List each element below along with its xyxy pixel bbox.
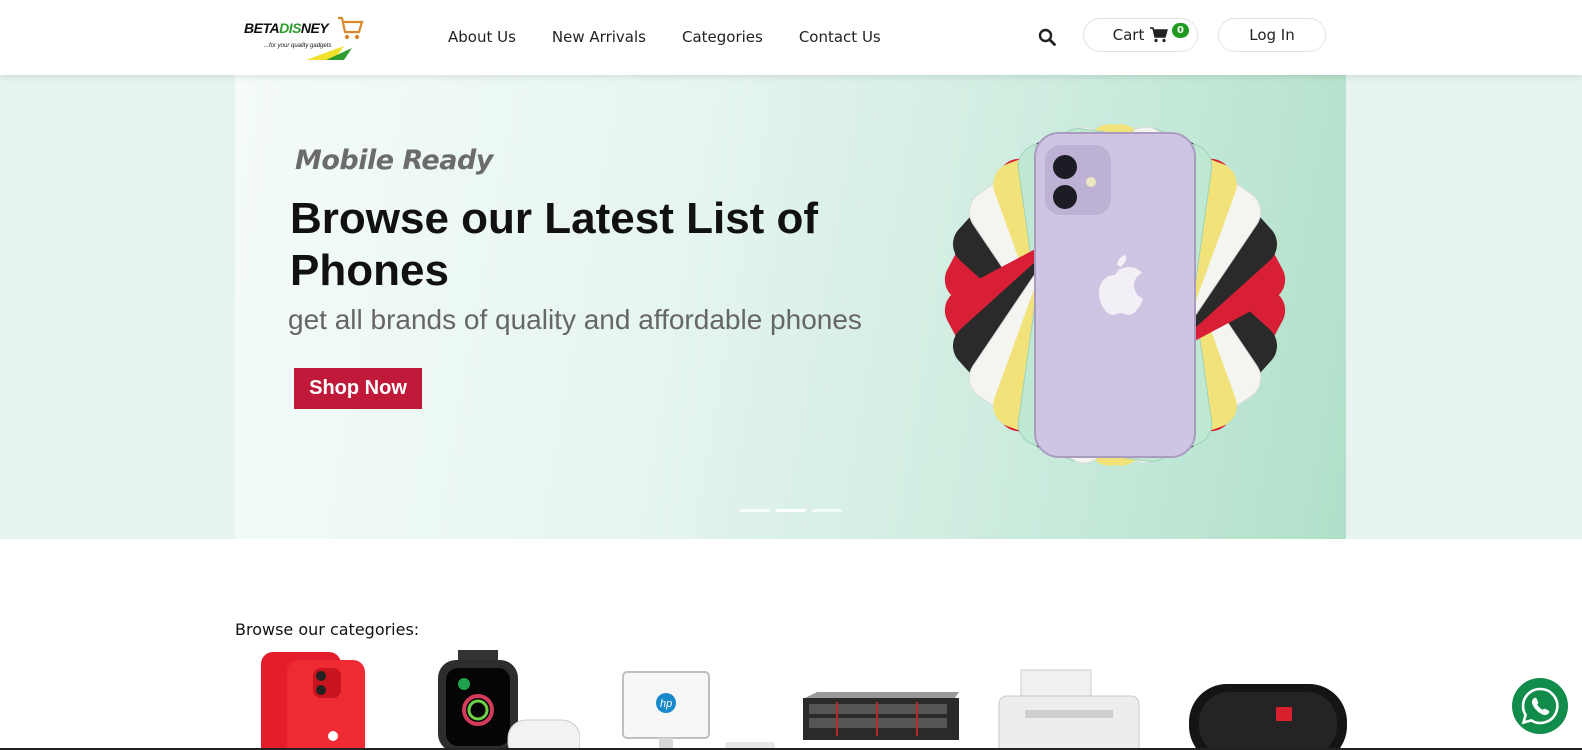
logo-wordmark: BETADISNEY: [244, 20, 329, 36]
categories-row: hp: [235, 650, 1347, 750]
smartphone-image[interactable]: [257, 650, 375, 750]
cart-label: Cart: [1112, 26, 1145, 44]
carousel-dot-active[interactable]: [776, 509, 806, 512]
cart-count-badge: 0: [1172, 23, 1189, 38]
site-logo[interactable]: BETADISNEY ...for your quality gadgets: [244, 14, 366, 62]
logo-cart-icon: [338, 16, 364, 40]
nav-categories[interactable]: Categories: [682, 28, 763, 46]
logo-swoosh-icon: [306, 46, 352, 60]
phones-fan-image: [944, 124, 1286, 466]
whatsapp-chat-button[interactable]: [1512, 678, 1568, 734]
smartwatch-image[interactable]: [430, 650, 580, 750]
carousel-indicators: [740, 509, 842, 512]
server-image[interactable]: [797, 650, 965, 750]
hero-kicker: Mobile Ready: [295, 145, 493, 176]
login-button[interactable]: Log In: [1218, 18, 1326, 52]
nav-contact-us[interactable]: Contact Us: [799, 28, 881, 46]
hero-subtitle: get all brands of quality and affordable…: [288, 304, 862, 335]
nav-about-us[interactable]: About Us: [448, 28, 516, 46]
main-nav: About Us New Arrivals Categories Contact…: [448, 28, 881, 46]
printer-image[interactable]: [995, 650, 1141, 750]
hero-carousel: Mobile Ready Browse our Latest List of P…: [235, 75, 1346, 539]
nav-new-arrivals[interactable]: New Arrivals: [552, 28, 646, 46]
svg-text:hp: hp: [660, 698, 672, 710]
search-icon[interactable]: [1038, 28, 1056, 46]
whatsapp-icon: [1521, 687, 1559, 725]
speaker-image[interactable]: [1185, 650, 1351, 750]
cart-button[interactable]: Cart 0: [1083, 18, 1198, 52]
carousel-dot[interactable]: [812, 509, 842, 512]
shop-now-button[interactable]: Shop Now: [294, 368, 422, 409]
cart-icon: [1150, 27, 1169, 43]
carousel-dot[interactable]: [740, 509, 770, 512]
categories-heading: Browse our categories:: [235, 620, 420, 639]
site-header: BETADISNEY ...for your quality gadgets A…: [0, 0, 1582, 75]
hero-title: Browse our Latest List of Phones: [290, 194, 819, 295]
desktop-computer-image[interactable]: hp: [615, 650, 775, 750]
